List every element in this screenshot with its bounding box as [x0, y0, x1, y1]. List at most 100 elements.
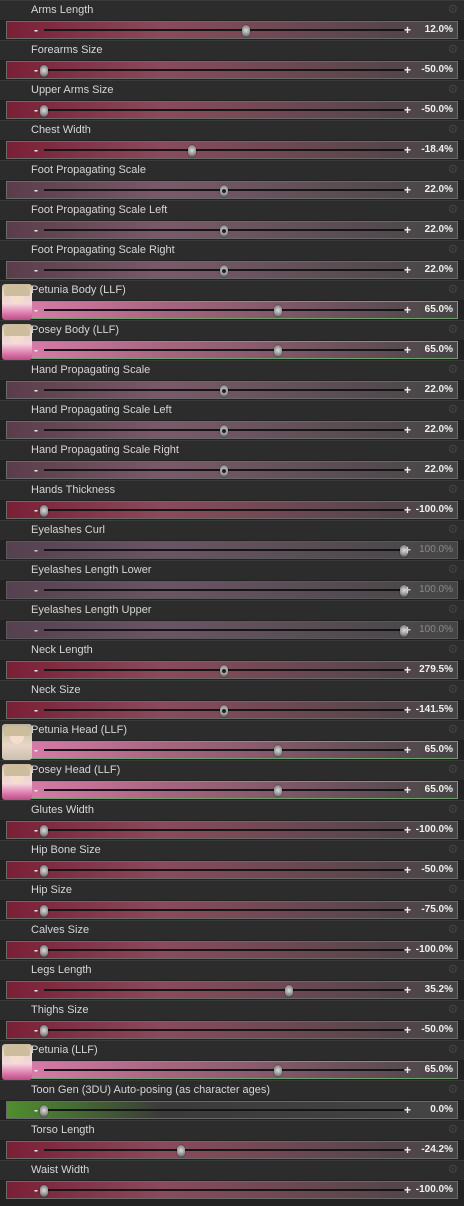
- increment-button[interactable]: +: [404, 302, 411, 318]
- increment-button[interactable]: +: [404, 262, 411, 278]
- morph-value[interactable]: 65.0%: [425, 304, 453, 315]
- gear-icon[interactable]: ⚙: [447, 203, 459, 215]
- increment-button[interactable]: +: [404, 542, 411, 558]
- morph-value[interactable]: -50.0%: [421, 64, 453, 75]
- decrement-button[interactable]: -: [34, 342, 38, 358]
- increment-button[interactable]: +: [404, 1102, 411, 1118]
- slider-handle[interactable]: [220, 665, 228, 677]
- increment-button[interactable]: +: [404, 62, 411, 78]
- decrement-button[interactable]: -: [34, 1062, 38, 1078]
- decrement-button[interactable]: -: [34, 902, 38, 918]
- morph-value[interactable]: 100.0%: [419, 544, 453, 555]
- slider-track[interactable]: [40, 865, 404, 877]
- increment-button[interactable]: +: [404, 1142, 411, 1158]
- slider-handle[interactable]: [274, 305, 282, 317]
- increment-button[interactable]: +: [404, 222, 411, 238]
- morph-slider[interactable]: - +22.0%: [6, 181, 458, 199]
- slider-handle[interactable]: [40, 945, 48, 957]
- slider-track[interactable]: [44, 385, 404, 397]
- morph-value[interactable]: 22.0%: [425, 224, 453, 235]
- morph-slider[interactable]: - + -100.0%: [6, 501, 458, 519]
- gear-icon[interactable]: ⚙: [447, 923, 459, 935]
- slider-track[interactable]: [40, 65, 404, 77]
- slider-handle[interactable]: [40, 865, 48, 877]
- slider-track[interactable]: [44, 465, 404, 477]
- gear-icon[interactable]: ⚙: [447, 883, 459, 895]
- morph-slider[interactable]: - +22.0%: [6, 461, 458, 479]
- morph-value[interactable]: 279.5%: [419, 664, 453, 675]
- slider-handle[interactable]: [40, 905, 48, 917]
- increment-button[interactable]: +: [404, 982, 411, 998]
- morph-value[interactable]: -100.0%: [416, 824, 453, 835]
- increment-button[interactable]: +: [404, 702, 411, 718]
- gear-icon[interactable]: ⚙: [447, 1043, 459, 1055]
- slider-handle[interactable]: [220, 425, 228, 437]
- morph-slider[interactable]: - + -100.0%: [6, 941, 458, 959]
- slider-handle[interactable]: [274, 1065, 282, 1077]
- decrement-button[interactable]: -: [34, 62, 38, 78]
- morph-slider[interactable]: - + -75.0%: [6, 901, 458, 919]
- slider-handle[interactable]: [40, 1025, 48, 1037]
- morph-slider[interactable]: - + -50.0%: [6, 101, 458, 119]
- increment-button[interactable]: +: [404, 142, 411, 158]
- gear-icon[interactable]: ⚙: [447, 163, 459, 175]
- morph-value[interactable]: -50.0%: [421, 864, 453, 875]
- slider-handle[interactable]: [40, 505, 48, 517]
- morph-value[interactable]: 100.0%: [419, 584, 453, 595]
- morph-value[interactable]: -100.0%: [416, 1184, 453, 1195]
- gear-icon[interactable]: ⚙: [447, 1003, 459, 1015]
- gear-icon[interactable]: ⚙: [447, 1163, 459, 1175]
- slider-track[interactable]: [44, 745, 404, 757]
- decrement-button[interactable]: -: [34, 1022, 38, 1038]
- slider-handle[interactable]: [284, 985, 293, 997]
- morph-value[interactable]: 65.0%: [425, 744, 453, 755]
- decrement-button[interactable]: -: [34, 702, 38, 718]
- decrement-button[interactable]: -: [34, 382, 38, 398]
- morph-value[interactable]: 65.0%: [425, 344, 453, 355]
- gear-icon[interactable]: ⚙: [447, 403, 459, 415]
- gear-icon[interactable]: ⚙: [447, 643, 459, 655]
- slider-track[interactable]: [44, 625, 408, 637]
- slider-track[interactable]: [40, 905, 404, 917]
- slider-track[interactable]: [40, 105, 404, 117]
- slider-track[interactable]: [44, 785, 404, 797]
- morph-slider[interactable]: - + -100.0%: [6, 1181, 458, 1199]
- slider-handle[interactable]: [40, 825, 48, 837]
- increment-button[interactable]: +: [404, 22, 411, 38]
- decrement-button[interactable]: -: [34, 1182, 38, 1198]
- decrement-button[interactable]: -: [34, 742, 38, 758]
- morph-value[interactable]: -50.0%: [421, 104, 453, 115]
- gear-icon[interactable]: ⚙: [447, 323, 459, 335]
- increment-button[interactable]: +: [404, 102, 411, 118]
- slider-track[interactable]: [44, 425, 404, 437]
- morph-slider[interactable]: - +22.0%: [6, 261, 458, 279]
- decrement-button[interactable]: -: [34, 422, 38, 438]
- decrement-button[interactable]: -: [34, 622, 38, 638]
- slider-handle[interactable]: [274, 785, 282, 797]
- morph-slider[interactable]: - + -141.5%: [6, 701, 458, 719]
- slider-track[interactable]: [44, 705, 404, 717]
- slider-handle[interactable]: [220, 265, 228, 277]
- gear-icon[interactable]: ⚙: [447, 963, 459, 975]
- morph-slider[interactable]: - +35.2%: [6, 981, 458, 999]
- gear-icon[interactable]: ⚙: [447, 723, 459, 735]
- morph-value[interactable]: 22.0%: [425, 184, 453, 195]
- gear-icon[interactable]: ⚙: [447, 1083, 459, 1095]
- slider-handle[interactable]: [220, 225, 228, 237]
- increment-button[interactable]: +: [404, 502, 411, 518]
- increment-button[interactable]: +: [404, 342, 411, 358]
- morph-slider[interactable]: - + -18.4%: [6, 141, 458, 159]
- morph-slider[interactable]: - +65.0%: [6, 781, 458, 799]
- gear-icon[interactable]: ⚙: [447, 523, 459, 535]
- decrement-button[interactable]: -: [34, 1102, 38, 1118]
- decrement-button[interactable]: -: [34, 582, 38, 598]
- decrement-button[interactable]: -: [34, 102, 38, 118]
- slider-handle[interactable]: [40, 65, 48, 77]
- gear-icon[interactable]: ⚙: [447, 803, 459, 815]
- slider-track[interactable]: [44, 1065, 404, 1077]
- increment-button[interactable]: +: [404, 902, 411, 918]
- decrement-button[interactable]: -: [34, 662, 38, 678]
- slider-track[interactable]: [44, 305, 404, 317]
- slider-track[interactable]: [44, 345, 404, 357]
- decrement-button[interactable]: -: [34, 822, 38, 838]
